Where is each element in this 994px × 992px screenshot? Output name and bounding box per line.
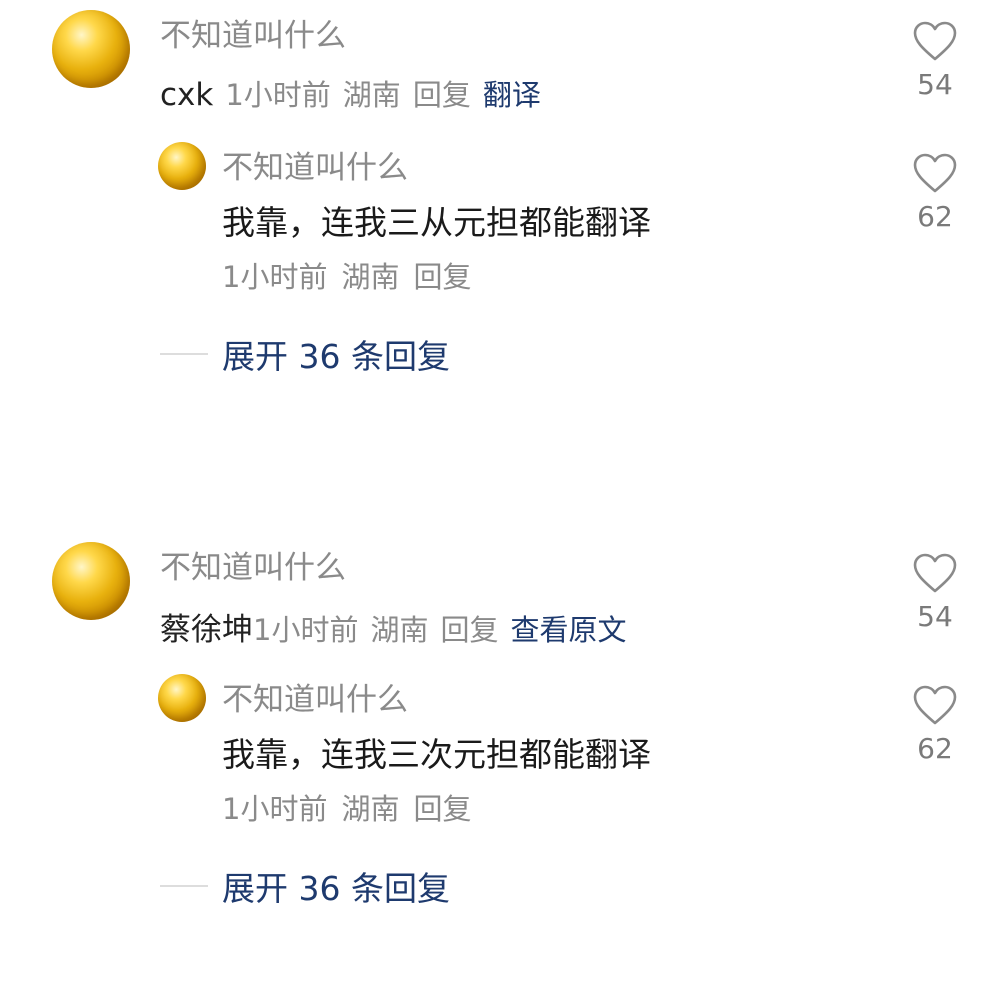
comment-time: 1小时前: [253, 613, 359, 647]
reply-username[interactable]: 不知道叫什么: [222, 674, 408, 719]
expand-replies-label: 展开 36 条回复: [222, 337, 450, 376]
like-count: 62: [917, 732, 953, 765]
comment-time: 1小时前: [225, 78, 331, 112]
like-count: 54: [917, 600, 953, 633]
reply-username[interactable]: 不知道叫什么: [222, 142, 408, 187]
comment-location: 湖南: [370, 613, 429, 647]
comment-thread: 不知道叫什么 蔡徐坤1小时前 湖南 回复 查看原文 54 不知道叫什么 我靠，连我三次…: [0, 532, 994, 992]
comment-username[interactable]: 不知道叫什么: [160, 542, 346, 587]
heart-outline-icon: [913, 685, 957, 725]
like-button[interactable]: 54: [906, 20, 964, 101]
reply-text: 我靠，连我三从元担都能翻译: [222, 203, 651, 242]
translate-button[interactable]: 翻译: [483, 78, 541, 112]
user-avatar[interactable]: [52, 542, 130, 620]
comment-username[interactable]: 不知道叫什么: [160, 10, 346, 55]
reply-text: 我靠，连我三次元担都能翻译: [222, 735, 651, 774]
heart-outline-icon: [913, 153, 957, 193]
reply-location: 湖南: [341, 792, 400, 826]
comment-text: cxk: [160, 77, 214, 113]
reply-time: 1小时前: [222, 792, 328, 826]
comment-text: 蔡徐坤: [160, 612, 253, 648]
comment-location: 湖南: [342, 78, 401, 112]
reply-avatar[interactable]: [158, 142, 206, 190]
reply-location: 湖南: [341, 260, 400, 294]
reply-time: 1小时前: [222, 260, 328, 294]
like-button[interactable]: 62: [906, 684, 964, 765]
reply-button[interactable]: 回复: [413, 78, 471, 112]
expand-replies-button[interactable]: 展开 36 条回复: [160, 330, 450, 378]
comment-thread: 不知道叫什么 cxk 1小时前 湖南 回复 翻译 54 不知道叫什么 我靠，连我三从元担…: [0, 0, 994, 460]
reply-meta: 1小时前 湖南 回复: [222, 786, 471, 828]
heart-outline-icon: [913, 553, 957, 593]
reply-button[interactable]: 回复: [413, 260, 471, 294]
reply-button[interactable]: 回复: [413, 792, 471, 826]
user-avatar[interactable]: [52, 10, 130, 88]
like-count: 62: [917, 200, 953, 233]
reply-meta: 1小时前 湖南 回复: [222, 254, 471, 296]
like-count: 54: [917, 68, 953, 101]
like-button[interactable]: 54: [906, 552, 964, 633]
like-button[interactable]: 62: [906, 152, 964, 233]
reply-button[interactable]: 回复: [440, 613, 498, 647]
comment-line: 蔡徐坤1小时前 湖南 回复 查看原文: [160, 604, 627, 649]
divider: [160, 353, 208, 355]
view-original-button[interactable]: 查看原文: [510, 613, 626, 647]
expand-replies-button[interactable]: 展开 36 条回复: [160, 862, 450, 910]
reply-avatar[interactable]: [158, 674, 206, 722]
expand-replies-label: 展开 36 条回复: [222, 869, 450, 908]
divider: [160, 885, 208, 887]
heart-outline-icon: [913, 21, 957, 61]
comment-line: cxk 1小时前 湖南 回复 翻译: [160, 72, 541, 114]
